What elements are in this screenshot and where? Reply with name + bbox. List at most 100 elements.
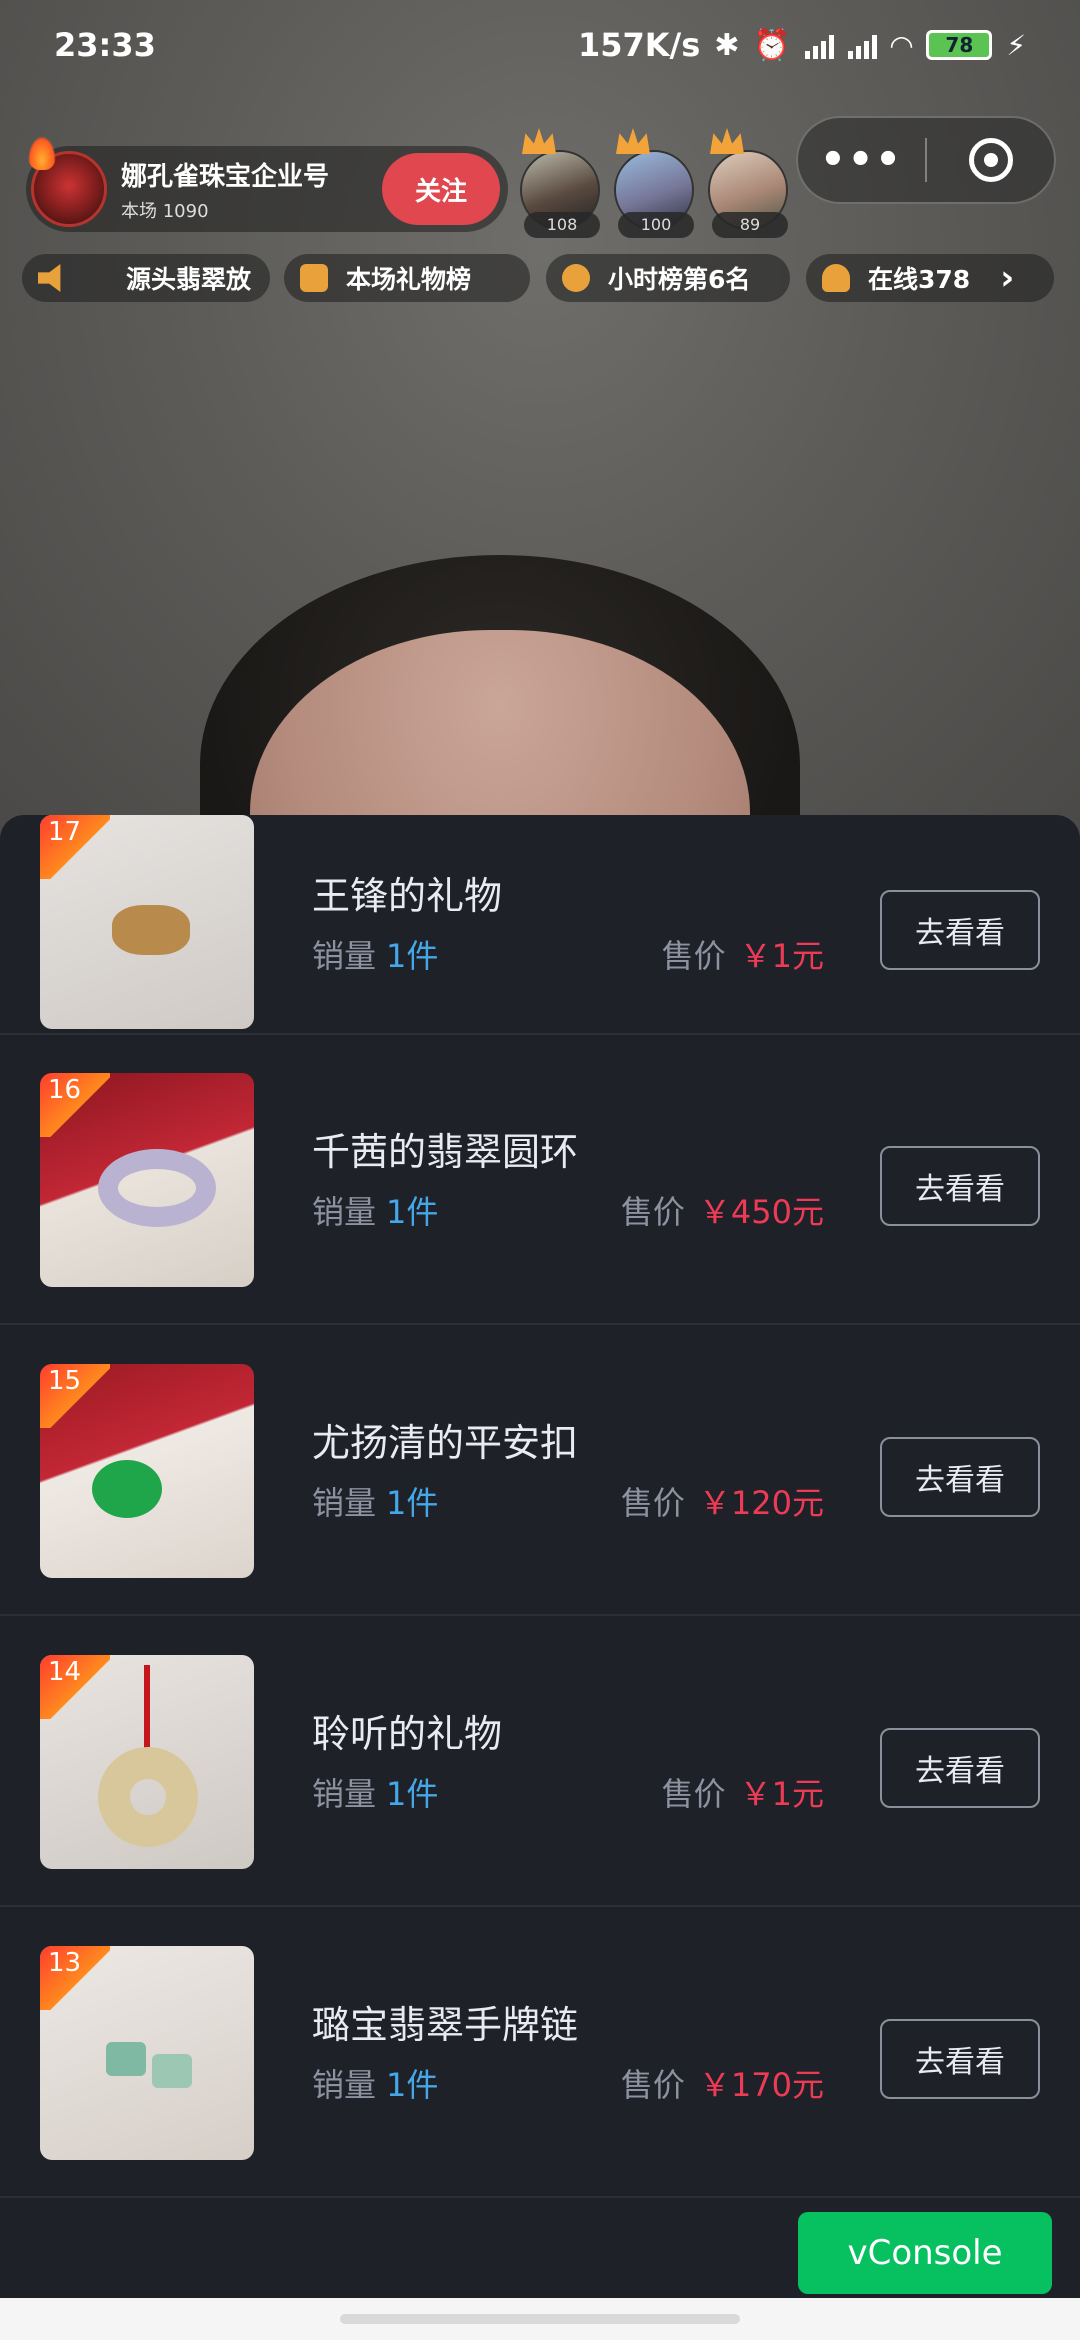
price-value: ￥1元 (739, 1775, 824, 1813)
price-value: ￥120元 (698, 1484, 824, 1522)
product-thumbnail[interactable]: 14 (40, 1655, 254, 1869)
tag-online[interactable]: 在线378 › (806, 254, 1054, 302)
status-icons: 157K/s ✱ ⏰ ◠ 78 ⚡ (578, 26, 1026, 64)
network-speed: 157K/s (577, 26, 701, 64)
tag-gift-rank[interactable]: 本场礼物榜 (284, 254, 530, 302)
product-item[interactable]: 17 王锋的礼物 销量 1件 售价 ￥1元 去看看 (0, 815, 1080, 1035)
price-label: 售价 (620, 1484, 685, 1522)
go-see-button[interactable]: 去看看 (880, 1146, 1040, 1226)
price-label: 售价 (661, 1775, 726, 1813)
product-item[interactable]: 15 尤扬清的平安扣 销量 1件 售价 ￥120元 去看看 (0, 1326, 1080, 1616)
viewer-count: 100 (618, 212, 694, 238)
rank-badge: 17 (40, 815, 110, 879)
tag-announcement[interactable]: 源头翡翠放 (22, 254, 270, 302)
top-viewer-1[interactable]: 108 (520, 128, 604, 238)
charging-icon: ⚡ (1006, 28, 1026, 62)
jade-bead-image (152, 2054, 192, 2088)
product-list-panel[interactable]: 17 王锋的礼物 销量 1件 售价 ￥1元 去看看 16 千茜的翡翠圆环 销量 1件 … (0, 815, 1080, 2295)
red-cord-image (144, 1665, 150, 1751)
product-title: 王锋的礼物 (312, 874, 503, 918)
tag-label: 小时榜第6名 (608, 265, 751, 294)
rank-badge: 16 (40, 1073, 110, 1137)
status-bar: 23:33 157K/s ✱ ⏰ ◠ 78 ⚡ (0, 0, 1080, 90)
bluetooth-icon: ✱ (714, 27, 740, 63)
wifi-icon: ◠ (890, 28, 913, 62)
vconsole-button[interactable]: vConsole (798, 2212, 1052, 2294)
anchor-audience: 本场 1090 (121, 200, 209, 222)
go-see-button[interactable]: 去看看 (880, 1437, 1040, 1517)
users-icon (822, 264, 850, 292)
tag-label: 本场礼物榜 (346, 265, 472, 294)
anchor-card[interactable]: 娜孔雀珠宝企业号 本场 1090 关注 (26, 136, 508, 232)
viewer-count: 108 (524, 212, 600, 238)
sales-label: 销量 (312, 1193, 377, 1231)
product-sales: 销量 1件 (312, 1478, 438, 1524)
sales-label: 销量 (312, 1775, 377, 1813)
anchor-avatar[interactable] (28, 136, 107, 227)
tag-label: 在线378 (868, 265, 971, 294)
flame-icon (28, 136, 56, 170)
product-title: 聆听的礼物 (312, 1712, 503, 1756)
status-time: 23:33 (54, 26, 156, 64)
chevron-right-icon: › (1000, 258, 1015, 298)
price-value: ￥1元 (739, 937, 824, 975)
home-gesture-handle[interactable] (340, 2314, 740, 2324)
sales-value: 1件 (386, 1484, 439, 1522)
pendant-image (112, 905, 190, 955)
product-sales: 销量 1件 (312, 2060, 438, 2106)
product-thumbnail[interactable]: 15 (40, 1364, 254, 1578)
sales-label: 销量 (312, 1484, 377, 1522)
go-see-button[interactable]: 去看看 (880, 890, 1040, 970)
sales-value: 1件 (386, 1193, 439, 1231)
clock-icon (562, 264, 590, 292)
sales-value: 1件 (386, 937, 439, 975)
top-viewer-3[interactable]: 89 (708, 128, 792, 238)
product-title: 璐宝翡翠手牌链 (312, 2003, 579, 2047)
battery-icon: 78 (926, 30, 993, 60)
price-value: ￥450元 (698, 1193, 824, 1231)
price-label: 售价 (620, 2066, 685, 2104)
product-title: 尤扬清的平安扣 (312, 1421, 579, 1465)
product-sales: 销量 1件 (312, 931, 438, 977)
alarm-icon: ⏰ (753, 27, 791, 63)
sales-label: 销量 (312, 2066, 377, 2104)
price-label: 售价 (620, 1193, 685, 1231)
sales-value: 1件 (386, 2066, 439, 2104)
product-thumbnail[interactable]: 13 (40, 1946, 254, 2160)
signal-hd-icon (847, 31, 877, 59)
go-see-button[interactable]: 去看看 (880, 2019, 1040, 2099)
tag-hour-rank[interactable]: 小时榜第6名 (546, 254, 790, 302)
follow-button[interactable]: 关注 (382, 153, 500, 225)
rank-badge: 15 (40, 1364, 110, 1428)
product-price: 售价 ￥450元 (621, 1187, 824, 1233)
speaker-icon (38, 264, 61, 292)
product-item[interactable]: 16 千茜的翡翠圆环 销量 1件 售价 ￥450元 去看看 (0, 1035, 1080, 1325)
rank-badge: 14 (40, 1655, 110, 1719)
product-price: 售价 ￥1元 (662, 1769, 824, 1815)
product-title: 千茜的翡翠圆环 (312, 1130, 579, 1174)
close-miniapp-button[interactable] (927, 138, 1054, 182)
product-sales: 销量 1件 (312, 1187, 438, 1233)
jade-bead-image (106, 2042, 146, 2076)
target-icon (968, 138, 1013, 182)
product-item[interactable]: 14 聆听的礼物 销量 1件 售价 ￥1元 去看看 (0, 1617, 1080, 1907)
anchor-info: 娜孔雀珠宝企业号 本场 1090 (121, 156, 382, 223)
price-value: ￥170元 (698, 2066, 824, 2104)
viewer-count: 89 (712, 212, 788, 238)
top-viewer-2[interactable]: 100 (614, 128, 698, 238)
product-thumbnail[interactable]: 17 (40, 815, 254, 1029)
miniapp-capsule: ••• (796, 116, 1056, 204)
more-button[interactable]: ••• (798, 137, 925, 183)
jade-disc-image (98, 1747, 198, 1847)
sales-value: 1件 (386, 1775, 439, 1813)
product-price: 售价 ￥170元 (621, 2060, 824, 2106)
system-nav-bar (0, 2298, 1080, 2340)
jade-buckle-image (92, 1460, 162, 1518)
product-thumbnail[interactable]: 16 (40, 1073, 254, 1287)
product-item[interactable]: 13 璐宝翡翠手牌链 销量 1件 售价 ￥170元 去看看 (0, 1908, 1080, 2198)
rank-badge: 13 (40, 1946, 110, 2010)
go-see-button[interactable]: 去看看 (880, 1728, 1040, 1808)
anchor-name: 娜孔雀珠宝企业号 (121, 161, 330, 192)
signal-icon (804, 31, 834, 59)
jade-ring-image (98, 1149, 216, 1227)
